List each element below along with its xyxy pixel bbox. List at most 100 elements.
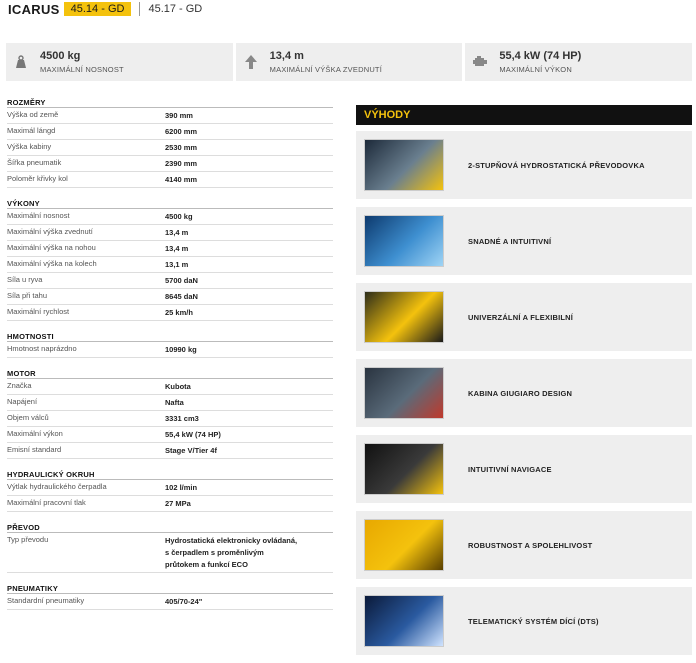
- spec-value: 2390 mm: [165, 159, 198, 168]
- spec-value: 6200 mm: [165, 127, 198, 136]
- spec-row: Maximál lángd 6200 mm: [7, 124, 333, 140]
- spec-row: Maximální výkon 55,4 kW (74 HP): [7, 427, 333, 443]
- benefit-image: [364, 519, 444, 571]
- section-title: PNEUMATIKY: [7, 584, 333, 594]
- brand-title: ICARUS: [8, 1, 60, 17]
- benefit-card[interactable]: KABINA GIUGIARO DESIGN: [356, 359, 692, 427]
- spec-label: Značka: [7, 381, 32, 390]
- spec-label: Výška kabiny: [7, 142, 52, 151]
- spec-row: Maximální pracovní tlak 27 MPa: [7, 496, 333, 512]
- spec-label: Objem válců: [7, 413, 49, 422]
- spec-label: Maximální výška zvednutí: [7, 227, 93, 236]
- spec-row: Typ převodu Hydrostatická elektronicky ov…: [7, 533, 333, 573]
- spec-row: Poloměr křivky kol 4140 mm: [7, 172, 333, 188]
- tab-45-17-gd[interactable]: 45.17 - GD: [148, 3, 202, 15]
- spec-row: Emisní standard Stage V/Tier 4f: [7, 443, 333, 459]
- spec-value: 390 mm: [165, 111, 193, 120]
- spec-value: 4140 mm: [165, 175, 198, 184]
- spec-value: 4500 kg: [165, 212, 193, 221]
- spec-row: Maximální rychlost 25 km/h: [7, 305, 333, 321]
- benefits-list: 2-STUPŇOVÁ HYDROSTATICKÁ PŘEVODOVKA SNADN…: [356, 131, 692, 655]
- spec-label: Napájení: [7, 397, 38, 406]
- card-value: 4500 kg: [40, 50, 81, 62]
- spec-label: Šířka pneumatik: [7, 158, 62, 167]
- card-max-capacity: 4500 kg MAXIMÁLNÍ NOSNOST: [6, 43, 233, 81]
- benefit-image: [364, 443, 444, 495]
- spec-value: 405/70-24": [165, 597, 203, 606]
- tab-45-14-gd[interactable]: 45.14 - GD: [63, 2, 132, 16]
- benefit-label: INTUITIVNÍ NAVIGACE: [468, 464, 552, 474]
- benefit-card[interactable]: SNADNÉ A INTUITIVNÍ: [356, 207, 692, 275]
- arrow-up-icon: [242, 53, 260, 71]
- section-title: MOTOR: [7, 369, 333, 379]
- spec-section: HYDRAULICKÝ OKRUH Výtlak hydraulického če…: [7, 470, 333, 512]
- spec-row: Síla u ryva 5700 daN: [7, 273, 333, 289]
- spec-label: Maximální rychlost: [7, 307, 70, 316]
- spec-section: VÝKONY Maximální nosnost 4500 kg Maximální …: [7, 199, 333, 321]
- spec-row: Maximální výška zvednutí 13,4 m: [7, 225, 333, 241]
- benefit-card[interactable]: 2-STUPŇOVÁ HYDROSTATICKÁ PŘEVODOVKA: [356, 131, 692, 199]
- card-label: MAXIMÁLNÍ VÝŠKA ZVEDNUTÍ: [269, 65, 382, 74]
- spec-section: ROZMĚRY Výška od země 390 mm Maximál lángd 6…: [7, 98, 333, 188]
- spec-label: Výška od země: [7, 110, 59, 119]
- spec-value: Stage V/Tier 4f: [165, 446, 217, 455]
- spec-value: 55,4 kW (74 HP): [165, 430, 221, 439]
- spec-value: 13,4 m: [165, 228, 189, 237]
- spec-value: 13,1 m: [165, 260, 189, 269]
- card-max-power: 55,4 kW (74 HP) MAXIMÁLNÍ VÝKON: [465, 43, 693, 81]
- spec-label: Hmotnost naprázdno: [7, 344, 77, 353]
- spec-label: Maximální výkon: [7, 429, 63, 438]
- spec-value: Kubota: [165, 382, 191, 391]
- spec-label: Síla u ryva: [7, 275, 43, 284]
- benefits-header: VÝHODY: [356, 105, 692, 125]
- spec-label: Emisní standard: [7, 445, 62, 454]
- benefit-image: [364, 595, 444, 647]
- section-title: VÝKONY: [7, 199, 333, 209]
- spec-section: HMOTNOSTI Hmotnost naprázdno 10990 kg: [7, 332, 333, 358]
- spec-label: Výtlak hydraulického čerpadla: [7, 482, 107, 491]
- tab-divider: [139, 2, 141, 16]
- spec-row: Maximální nosnost 4500 kg: [7, 209, 333, 225]
- spec-label: Typ převodu: [7, 535, 49, 544]
- section-title: HMOTNOSTI: [7, 332, 333, 342]
- card-value: 55,4 kW (74 HP): [499, 50, 582, 62]
- section-title: PŘEVOD: [7, 523, 333, 533]
- spec-row: Síla při tahu 8645 daN: [7, 289, 333, 305]
- section-title: HYDRAULICKÝ OKRUH: [7, 470, 333, 480]
- card-label: MAXIMÁLNÍ NOSNOST: [40, 65, 124, 74]
- spec-label: Standardní pneumatiky: [7, 596, 85, 605]
- benefit-card[interactable]: ROBUSTNOST A SPOLEHLIVOST: [356, 511, 692, 579]
- spec-row: Maximální výška na kolech 13,1 m: [7, 257, 333, 273]
- spec-value: 13,4 m: [165, 244, 189, 253]
- benefit-label: SNADNÉ A INTUITIVNÍ: [468, 236, 552, 246]
- spec-row: Výška kabiny 2530 mm: [7, 140, 333, 156]
- spec-row: Standardní pneumatiky 405/70-24": [7, 594, 333, 610]
- benefits-title: VÝHODY: [364, 109, 411, 121]
- benefit-label: ROBUSTNOST A SPOLEHLIVOST: [468, 540, 593, 550]
- spec-label: Maximál lángd: [7, 126, 56, 135]
- card-value: 13,4 m: [269, 50, 304, 62]
- benefit-image: [364, 291, 444, 343]
- spec-value: Hydrostatická elektronicky ovládaná, s č…: [165, 536, 298, 569]
- spec-value: 25 km/h: [165, 308, 193, 317]
- spec-value: Nafta: [165, 398, 184, 407]
- spec-row: Značka Kubota: [7, 379, 333, 395]
- spec-value: 3331 cm3: [165, 414, 199, 423]
- spec-row: Výška od země 390 mm: [7, 108, 333, 124]
- benefit-card[interactable]: TELEMATICKÝ SYSTÉM DÍCÍ (DTS): [356, 587, 692, 655]
- spec-row: Objem válců 3331 cm3: [7, 411, 333, 427]
- spec-section: PNEUMATIKY Standardní pneumatiky 405/70-24…: [7, 584, 333, 610]
- weight-icon: [12, 53, 30, 71]
- spec-value: 2530 mm: [165, 143, 198, 152]
- spec-label: Poloměr křivky kol: [7, 174, 68, 183]
- section-title: ROZMĚRY: [7, 98, 333, 108]
- benefit-card[interactable]: UNIVERZÁLNÍ A FLEXIBILNÍ: [356, 283, 692, 351]
- benefit-label: KABINA GIUGIARO DESIGN: [468, 388, 573, 398]
- spec-row: Výtlak hydraulického čerpadla 102 l/min: [7, 480, 333, 496]
- summary-cards: 4500 kg MAXIMÁLNÍ NOSNOST 13,4 m MAXIMÁL…: [6, 43, 693, 81]
- benefits-panel: VÝHODY 2-STUPŇOVÁ HYDROSTATICKÁ PŘEVODOV…: [356, 105, 692, 663]
- card-label: MAXIMÁLNÍ VÝKON: [499, 65, 572, 74]
- spec-section: PŘEVOD Typ převodu Hydrostatická elektroni…: [7, 523, 333, 573]
- benefit-card[interactable]: INTUITIVNÍ NAVIGACE: [356, 435, 692, 503]
- spec-value: 27 MPa: [165, 499, 191, 508]
